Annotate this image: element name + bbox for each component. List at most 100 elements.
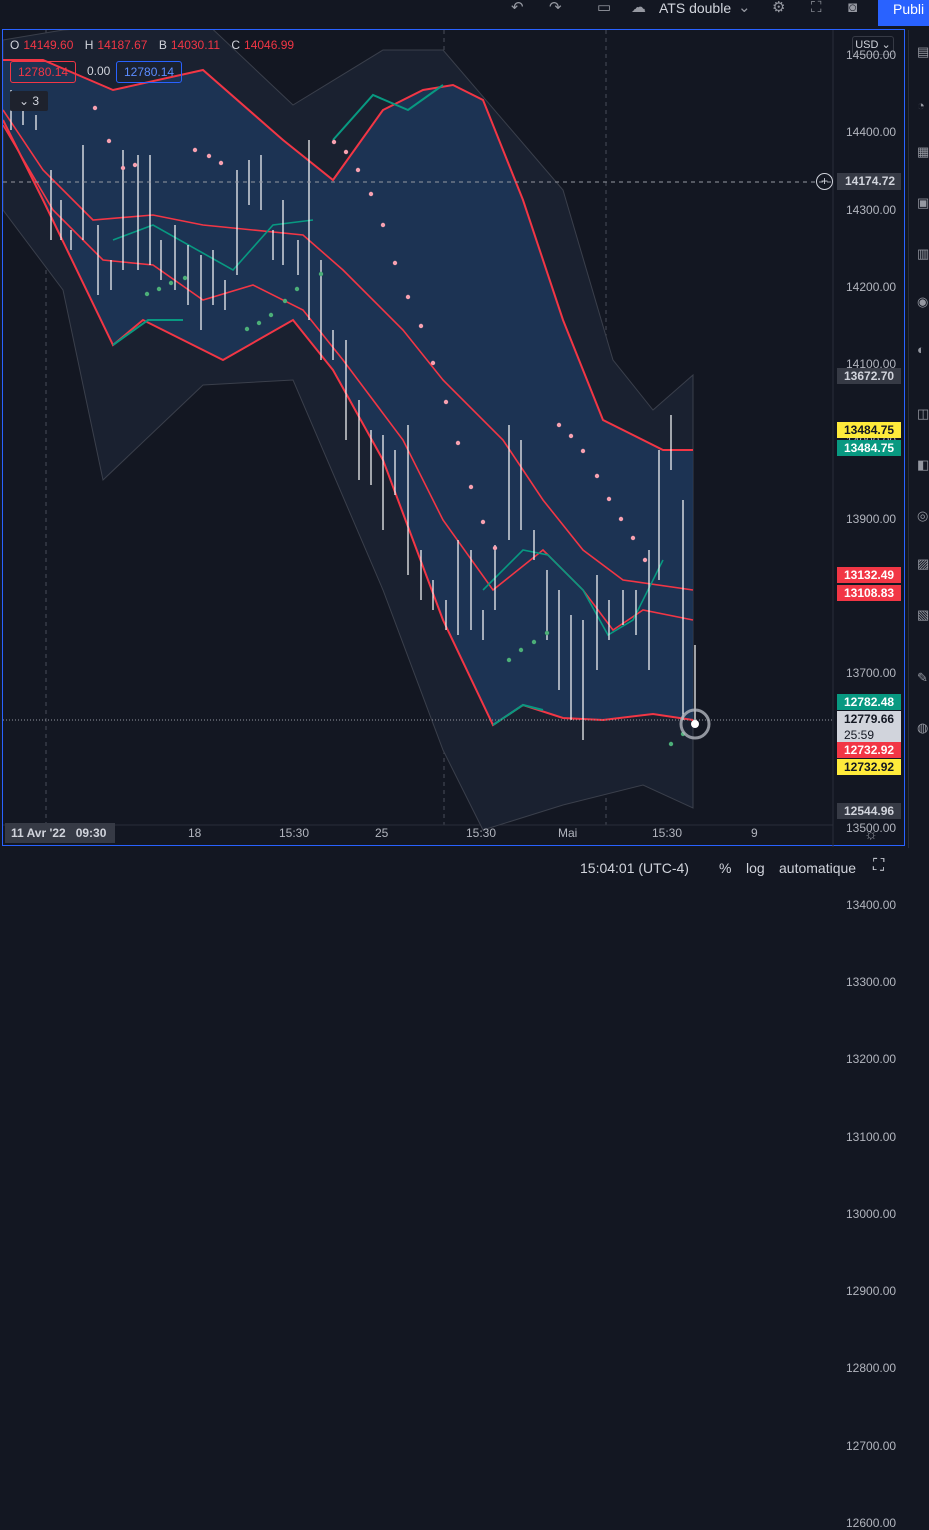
news-icon[interactable]: ◐	[917, 342, 929, 358]
redo-icon[interactable]: ↷	[549, 0, 562, 16]
chevron-down-icon: ⌄	[18, 94, 30, 108]
psar-dot-bear	[556, 422, 562, 428]
psar-dot-bear	[405, 294, 411, 300]
camera-icon[interactable]: ◙	[848, 0, 857, 16]
crosshair-date-label: 11 Avr '22 09:30	[5, 823, 115, 843]
time-tick-label: 25	[375, 826, 389, 840]
layout-name[interactable]: ATS double	[659, 0, 731, 16]
fullscreen-icon[interactable]: ⛶	[811, 0, 822, 16]
log-toggle[interactable]: log	[746, 860, 765, 876]
auto-toggle[interactable]: automatique	[779, 860, 856, 876]
price-tick-label: 13000.00	[846, 1206, 897, 1221]
psar-dot-bull	[318, 271, 324, 277]
price-tick-label: 12700.00	[846, 1438, 897, 1453]
price-badge: 13484.75	[837, 422, 901, 438]
psar-dot-bear	[206, 153, 212, 159]
psar-dot-bull	[531, 639, 537, 645]
right-sidebar: ▤ ◔ ▦ ▣ ▥ ◉ ◐ ◫ ◧ ◎ ▨ ▧ ✎ ◍	[908, 30, 929, 848]
psar-dot-bear	[331, 139, 337, 145]
price-badge: 12732.92	[837, 759, 901, 775]
time-tick-label: 15:30	[279, 826, 310, 840]
gear-icon[interactable]: ⚙	[772, 0, 785, 16]
high-value: 14187.67	[97, 38, 148, 52]
price-tick-label: 14400.00	[846, 125, 897, 140]
psar-dot-bear	[106, 138, 112, 144]
undo-icon[interactable]: ↶	[511, 0, 524, 16]
indicator-value-a: 12780.14	[10, 61, 77, 83]
psar-dot-bear	[568, 433, 574, 439]
time-tick-label: 15:30	[466, 826, 497, 840]
psar-dot-bull	[168, 280, 174, 286]
chart-pane[interactable]	[2, 29, 906, 847]
psar-dot-bear	[580, 448, 586, 454]
price-tick-label: 13300.00	[846, 975, 897, 989]
psar-dot-bear	[392, 260, 398, 266]
current-bar-dot	[691, 720, 699, 728]
price-tick-label: 13100.00	[846, 1129, 897, 1144]
streams-icon[interactable]: ◎	[917, 508, 929, 524]
cloud-icon: ☁	[631, 0, 646, 16]
price-tick-label: 13700.00	[846, 666, 897, 680]
layout-icon[interactable]: ▭	[597, 0, 611, 16]
psar-dot-bull	[144, 291, 150, 297]
time-tick-label: 15:30	[652, 826, 683, 840]
psar-dot-bear	[218, 160, 224, 166]
price-badge: 12544.96	[837, 803, 901, 819]
add-alert-icon[interactable]: +	[816, 173, 833, 190]
chevron-down-icon[interactable]: ⌄	[738, 0, 751, 16]
psar-dot-bear	[480, 519, 486, 525]
calendar-icon[interactable]: ▥	[917, 246, 929, 262]
open-key: O	[10, 38, 20, 52]
psar-dot-bear	[120, 165, 126, 171]
top-toolbar: ↶ ↷ ▭ ☁ ATS double ⌄ ⚙ ⛶ ◙ Publi	[0, 0, 929, 28]
psar-dot-bear	[92, 105, 98, 111]
price-tick-label: 12900.00	[846, 1284, 897, 1298]
price-tick-label: 14200.00	[846, 279, 897, 294]
fullscreen-icon[interactable]: ⛶	[873, 857, 884, 875]
hotlist-icon[interactable]: ▣	[917, 195, 929, 211]
psar-dot-bear	[132, 162, 138, 168]
chart-canvas[interactable]	[3, 30, 906, 847]
price-badge: 13132.49	[837, 567, 901, 583]
crosshair-time: 09:30	[75, 826, 107, 840]
ideas-icon[interactable]: ◉	[917, 294, 929, 310]
psar-dot-bear	[368, 191, 374, 197]
time-tick-label: Mai	[558, 826, 578, 840]
alerts-icon[interactable]: ◔	[917, 98, 929, 114]
low-value: 14030.11	[170, 38, 221, 52]
psar-dot-bear	[443, 399, 449, 405]
chat-icon[interactable]: ◫	[917, 406, 929, 422]
psar-dot-bear	[418, 323, 424, 329]
help-icon[interactable]: ◍	[917, 720, 929, 736]
psar-dot-bear	[380, 222, 386, 228]
time-tick-label: 18	[188, 826, 202, 840]
price-badge: 25:59	[837, 727, 901, 743]
price-tick-label: 13900.00	[846, 511, 897, 526]
psar-dot-bull	[518, 647, 524, 653]
price-badge: 12732.92	[837, 742, 901, 758]
psar-dot-bear	[355, 167, 361, 173]
data-window-icon[interactable]: ▦	[917, 144, 929, 160]
price-tick-label: 14500.00	[846, 48, 897, 62]
psar-dot-bear	[594, 473, 600, 479]
psar-dot-bull	[156, 286, 162, 292]
psar-dot-bull	[294, 286, 300, 292]
psar-dot-bull	[282, 298, 288, 304]
low-key: B	[158, 38, 167, 52]
psar-dot-bull	[268, 312, 274, 318]
high-key: H	[84, 38, 94, 52]
psar-dot-bear	[630, 535, 636, 541]
axis-settings-icon[interactable]: ☼	[864, 826, 878, 843]
collapse-indicators-button[interactable]: ⌄ 3	[10, 91, 48, 111]
psar-dot-bull	[182, 275, 188, 281]
notifications-icon[interactable]: ◧	[917, 457, 929, 473]
publish-button[interactable]: Publi	[878, 0, 929, 26]
watchlist-icon[interactable]: ▤	[917, 44, 929, 60]
psar-dot-bear	[606, 496, 612, 502]
clock[interactable]: 15:04:01 (UTC-4)	[580, 860, 689, 876]
calculator-icon[interactable]: ▧	[917, 607, 929, 623]
percent-toggle[interactable]: %	[719, 860, 731, 876]
pencil-icon[interactable]: ✎	[917, 670, 929, 686]
psar-dot-bear	[430, 360, 436, 366]
pine-icon[interactable]: ▨	[917, 556, 929, 572]
